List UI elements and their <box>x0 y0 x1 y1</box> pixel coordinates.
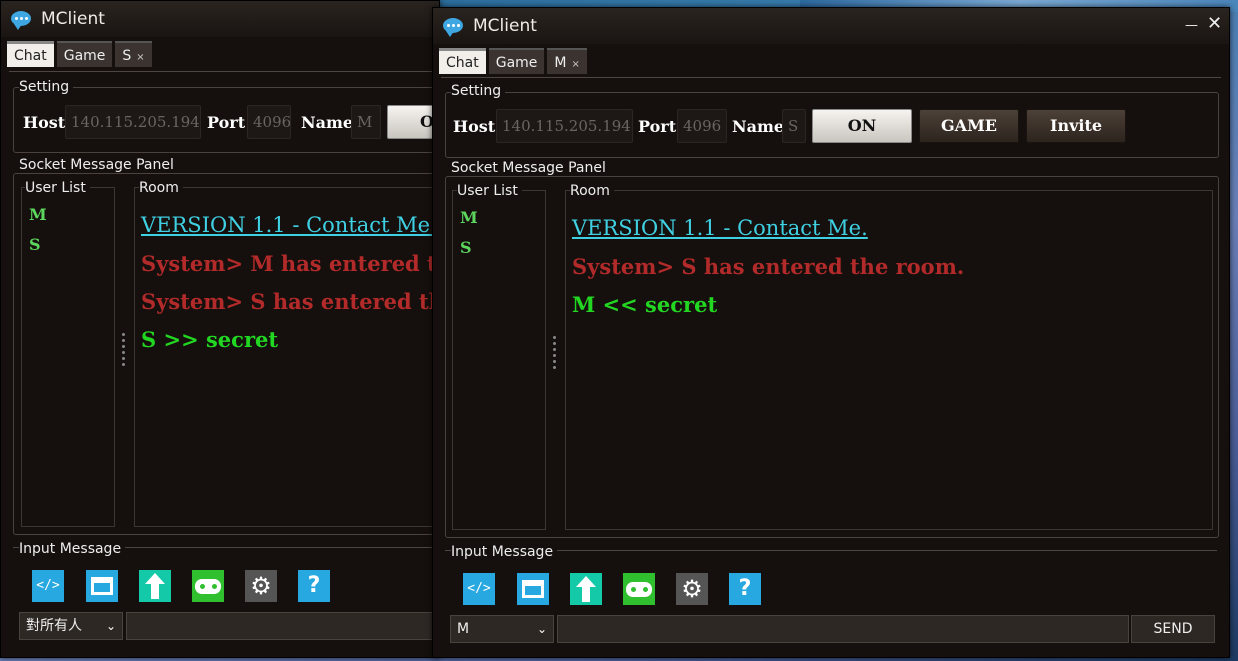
user-list-item[interactable]: M <box>460 208 478 227</box>
name-field[interactable]: M <box>351 105 381 139</box>
user-list-item[interactable]: S <box>460 238 472 257</box>
mclient-window-back[interactable]: MClient Chat Game S × Setting Host 140.11… <box>0 0 440 658</box>
room-box <box>134 187 439 527</box>
tab-chat[interactable]: Chat <box>7 41 54 67</box>
user-list-label: User List <box>25 180 90 196</box>
recipient-value: 對所有人 <box>26 618 82 634</box>
tab-game[interactable]: Game <box>488 48 545 74</box>
user-list-item[interactable]: M <box>29 205 47 224</box>
splitter-handle[interactable] <box>122 333 125 369</box>
gear-icon[interactable]: ⚙ <box>676 573 708 605</box>
message-input[interactable] <box>557 615 1129 643</box>
system-message: System> M has entered the <box>141 251 440 276</box>
user-list-item[interactable]: S <box>29 235 41 254</box>
name-field[interactable]: S <box>782 109 806 143</box>
send-button[interactable]: SEND <box>1131 615 1215 643</box>
minimize-button[interactable]: — <box>1185 16 1198 36</box>
close-button[interactable]: ✕ <box>1207 14 1222 34</box>
room-label: Room <box>139 180 183 196</box>
tab-label: Chat <box>446 55 479 71</box>
gamepad-icon[interactable] <box>192 570 224 602</box>
help-icon[interactable]: ? <box>298 570 330 602</box>
port-field[interactable]: 4096 <box>247 105 291 139</box>
tab-game[interactable]: Game <box>56 41 113 67</box>
tab-m[interactable]: M × <box>547 48 587 74</box>
invite-button[interactable]: Invite <box>1026 109 1126 143</box>
port-label: Port <box>638 117 677 136</box>
titlebar[interactable]: MClient — ✕ <box>433 8 1229 44</box>
port-label: Port <box>207 113 246 132</box>
chat-message: S >> secret <box>141 327 279 352</box>
version-link[interactable]: VERSION 1.1 - Contact Me. <box>141 213 437 237</box>
tab-label: Game <box>495 55 538 71</box>
host-label: Host <box>453 117 496 136</box>
host-label: Host <box>23 113 66 132</box>
version-link[interactable]: VERSION 1.1 - Contact Me. <box>572 216 868 240</box>
tab-s[interactable]: S × <box>115 41 152 67</box>
tab-close-icon[interactable]: × <box>136 52 144 63</box>
input-message-label: Input Message <box>19 541 126 557</box>
window-title: MClient <box>41 9 105 29</box>
chat-message: M << secret <box>572 292 718 317</box>
on-button[interactable]: ON <box>812 109 912 143</box>
tab-bar: Chat Game S × <box>7 41 152 67</box>
chat-bubble-icon <box>443 18 463 37</box>
system-message: System> S has entered the <box>141 289 440 314</box>
splitter-handle[interactable] <box>553 336 556 372</box>
chevron-down-icon: ⌄ <box>105 619 116 633</box>
picture-icon[interactable] <box>517 573 549 605</box>
socket-panel-label: Socket Message Panel <box>451 160 610 176</box>
socket-panel-label: Socket Message Panel <box>19 157 178 173</box>
tab-label: Game <box>63 48 106 64</box>
message-input[interactable] <box>126 612 439 640</box>
divider <box>9 71 439 72</box>
game-button[interactable]: GAME <box>919 109 1019 143</box>
host-field[interactable]: 140.115.205.194 <box>496 109 633 143</box>
recipient-select[interactable]: M ⌄ <box>450 615 554 643</box>
room-box <box>565 190 1213 530</box>
help-icon[interactable]: ? <box>729 573 761 605</box>
recipient-value: M <box>457 621 470 637</box>
recipient-select[interactable]: 對所有人 ⌄ <box>19 612 123 640</box>
tab-label: M <box>554 55 567 71</box>
user-list-label: User List <box>457 183 522 199</box>
picture-icon[interactable] <box>86 570 118 602</box>
tab-close-icon[interactable]: × <box>572 59 580 70</box>
upload-icon[interactable] <box>139 570 171 602</box>
input-message-label: Input Message <box>451 544 558 560</box>
divider <box>441 77 1221 78</box>
tab-chat[interactable]: Chat <box>439 48 486 74</box>
mclient-window-front[interactable]: MClient — ✕ Chat Game M × Setting Host 14… <box>432 7 1230 658</box>
tab-label: S <box>122 48 132 64</box>
port-field[interactable]: 4096 <box>677 109 727 143</box>
upload-icon[interactable] <box>570 573 602 605</box>
setting-label: Setting <box>451 83 506 99</box>
chevron-down-icon: ⌄ <box>536 622 547 636</box>
divider <box>445 550 1217 551</box>
tab-bar: Chat Game M × <box>439 48 587 74</box>
titlebar[interactable]: MClient <box>1 1 439 37</box>
name-label: Name <box>732 117 785 136</box>
setting-label: Setting <box>19 79 74 95</box>
code-icon[interactable]: </> <box>463 573 495 605</box>
host-field[interactable]: 140.115.205.194 <box>65 105 201 139</box>
chat-bubble-icon <box>11 11 31 30</box>
tab-label: Chat <box>14 48 47 64</box>
room-label: Room <box>570 183 614 199</box>
code-icon[interactable]: </> <box>32 570 64 602</box>
name-label: Name <box>301 113 354 132</box>
gear-icon[interactable]: ⚙ <box>245 570 277 602</box>
system-message: System> S has entered the room. <box>572 254 965 279</box>
gamepad-icon[interactable] <box>623 573 655 605</box>
window-title: MClient <box>473 16 537 36</box>
